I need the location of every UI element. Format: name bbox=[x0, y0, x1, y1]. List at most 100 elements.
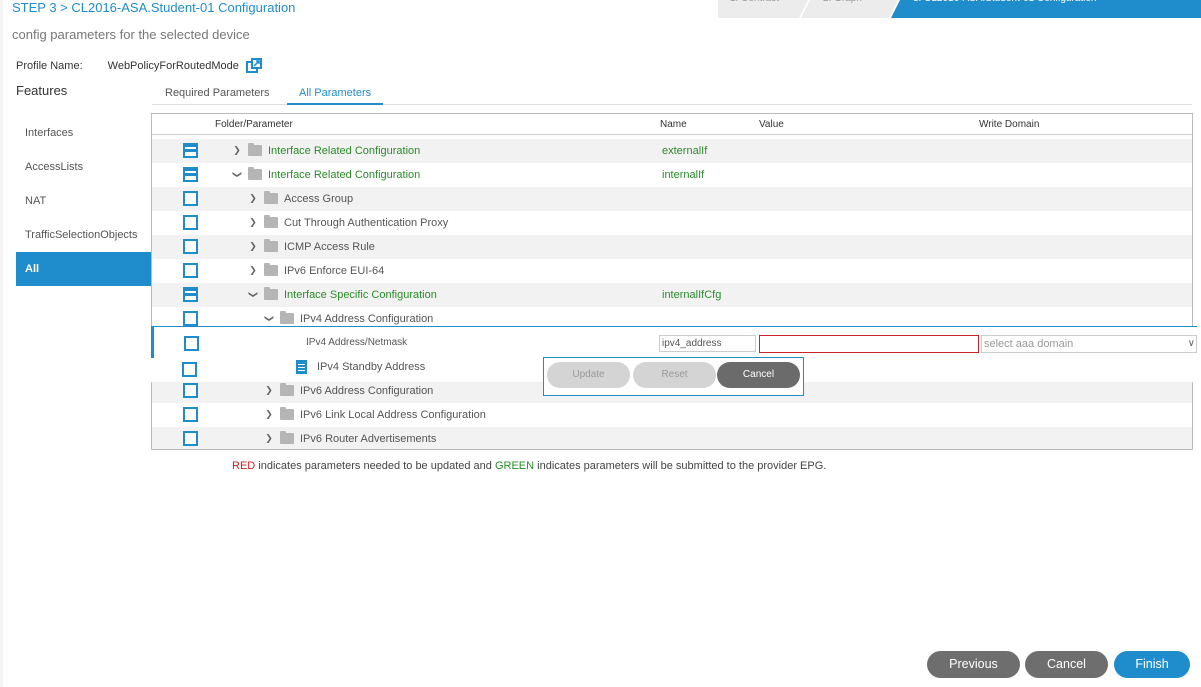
features-title: Features bbox=[16, 83, 68, 98]
table-row[interactable]: ❯ Interface Specific Configuration inter… bbox=[152, 283, 1192, 307]
chevron-right-icon[interactable]: ❯ bbox=[248, 241, 258, 252]
table-row[interactable]: ❯ ICMP Access Rule bbox=[152, 235, 1192, 259]
column-header-folder[interactable]: Folder/Parameter bbox=[215, 119, 293, 130]
table-row[interactable]: ❯ IPv6 Router Advertisements bbox=[152, 427, 1192, 449]
wizard-step-contract[interactable]: 1. Contract bbox=[718, 0, 813, 18]
folder-icon bbox=[280, 383, 294, 396]
legend-red: RED bbox=[232, 460, 256, 472]
sidebar-item-trafficselectionobjects[interactable]: TrafficSelectionObjects bbox=[16, 218, 151, 252]
profile-label: Profile Name: bbox=[16, 60, 83, 72]
update-button[interactable]: Update bbox=[547, 362, 630, 388]
table-row[interactable]: ❯ Access Group bbox=[152, 187, 1192, 211]
row-checkbox[interactable] bbox=[184, 336, 199, 351]
grid-header: Folder/Parameter Name Value Write Domain bbox=[152, 114, 1192, 135]
folder-icon bbox=[264, 239, 278, 252]
row-checkbox[interactable] bbox=[183, 287, 198, 302]
page-title: STEP 3 > CL2016-ASA.Student-01 Configura… bbox=[12, 0, 296, 15]
folder-icon bbox=[280, 431, 294, 444]
folder-icon bbox=[264, 215, 278, 228]
wizard-step-graph[interactable]: 2. Graph bbox=[801, 0, 903, 18]
row-checkbox[interactable] bbox=[183, 167, 198, 182]
wizard-steps: 1. Contract 2. Graph 3. CL2016-ASA.Stude… bbox=[718, 0, 1201, 18]
folder-icon bbox=[248, 167, 262, 180]
wizard-step-configuration[interactable]: 3. CL2016-ASA.Student-01 Configuration bbox=[891, 0, 1201, 18]
selected-parameter-row[interactable]: IPv4 Address/Netmask select aaa domain ∨ bbox=[151, 326, 1197, 358]
sidebar-item-accesslists[interactable]: AccessLists bbox=[16, 150, 151, 184]
row-checkbox[interactable] bbox=[182, 362, 197, 377]
reset-button[interactable]: Reset bbox=[633, 362, 716, 388]
folder-icon bbox=[264, 263, 278, 276]
legend-green: GREEN bbox=[494, 460, 535, 472]
parameter-value-field[interactable] bbox=[759, 335, 979, 353]
folder-icon bbox=[264, 191, 278, 204]
page-subtitle: config parameters for the selected devic… bbox=[12, 27, 250, 42]
chevron-right-icon[interactable]: ❯ bbox=[264, 385, 274, 396]
table-row[interactable]: ❯ IPv6 Link Local Address Configuration bbox=[152, 403, 1192, 427]
sidebar-item-interfaces[interactable]: Interfaces bbox=[16, 116, 151, 150]
row-checkbox[interactable] bbox=[183, 431, 198, 446]
document-icon bbox=[296, 360, 307, 374]
tab-required-parameters[interactable]: Required Parameters bbox=[165, 87, 270, 105]
write-domain-select[interactable]: select aaa domain ∨ bbox=[981, 335, 1197, 353]
previous-button[interactable]: Previous bbox=[927, 651, 1020, 678]
table-row[interactable]: ❯ Interface Related Configuration extern… bbox=[152, 139, 1192, 163]
row-checkbox[interactable] bbox=[183, 215, 198, 230]
sidebar-item-all[interactable]: All bbox=[16, 252, 151, 286]
chevron-down-icon: ∨ bbox=[1187, 338, 1195, 349]
folder-icon bbox=[280, 311, 294, 324]
row-label: IPv6 Enforce EUI-64 bbox=[284, 265, 385, 277]
folder-icon bbox=[248, 143, 262, 156]
row-checkbox[interactable] bbox=[183, 383, 198, 398]
write-domain-placeholder: select aaa domain bbox=[984, 338, 1074, 350]
folder-icon bbox=[264, 287, 278, 300]
table-row[interactable]: ❯ IPv6 Enforce EUI-64 bbox=[152, 259, 1192, 283]
popup-cancel-button[interactable]: Cancel bbox=[717, 362, 800, 388]
parameter-name-field[interactable] bbox=[659, 335, 756, 352]
row-name: internalIfCfg bbox=[662, 289, 722, 301]
edit-popup: Update Reset Cancel bbox=[543, 357, 804, 396]
row-checkbox[interactable] bbox=[183, 263, 198, 278]
chevron-right-icon[interactable]: ❯ bbox=[264, 409, 274, 420]
column-header-name[interactable]: Name bbox=[660, 119, 687, 130]
row-label: IPv4 Standby Address bbox=[317, 361, 426, 373]
table-row[interactable]: ❯ Interface Related Configuration intern… bbox=[152, 163, 1192, 187]
row-checkbox[interactable] bbox=[183, 239, 198, 254]
sidebar-item-nat[interactable]: NAT bbox=[16, 184, 151, 218]
features-sidebar: Interfaces AccessLists NAT TrafficSelect… bbox=[16, 116, 151, 286]
row-label: Interface Specific Configuration bbox=[284, 289, 437, 301]
parameter-tabs: Required Parameters All Parameters bbox=[152, 83, 1192, 105]
cancel-button[interactable]: Cancel bbox=[1025, 651, 1108, 678]
profile-value: WebPolicyForRoutedMode bbox=[107, 60, 239, 72]
profile-row: Profile Name: WebPolicyForRoutedMode bbox=[16, 58, 262, 74]
row-name: externalIf bbox=[662, 145, 708, 157]
chevron-down-icon[interactable]: ❯ bbox=[248, 290, 259, 300]
legend-text-end: indicates parameters will be submitted t… bbox=[534, 460, 827, 472]
row-checkbox[interactable] bbox=[183, 143, 198, 158]
row-label: Interface Related Configuration bbox=[268, 145, 421, 157]
parameters-grid: Folder/Parameter Name Value Write Domain… bbox=[151, 113, 1193, 450]
row-label: IPv6 Link Local Address Configuration bbox=[300, 409, 486, 421]
row-name: internalIf bbox=[662, 169, 705, 181]
row-checkbox[interactable] bbox=[183, 407, 198, 422]
row-label: ICMP Access Rule bbox=[284, 241, 375, 253]
finish-button[interactable]: Finish bbox=[1114, 651, 1190, 678]
parameter-label: IPv4 Address/Netmask bbox=[306, 337, 408, 348]
row-checkbox[interactable] bbox=[183, 311, 198, 326]
chevron-right-icon[interactable]: ❯ bbox=[248, 265, 258, 276]
legend-text-mid: indicates parameters needed to be update… bbox=[255, 460, 495, 472]
chevron-right-icon[interactable]: ❯ bbox=[248, 217, 258, 228]
folder-icon bbox=[280, 407, 294, 420]
chevron-right-icon[interactable]: ❯ bbox=[264, 433, 274, 444]
chevron-right-icon[interactable]: ❯ bbox=[232, 145, 242, 156]
chevron-right-icon[interactable]: ❯ bbox=[248, 193, 258, 204]
column-header-value[interactable]: Value bbox=[759, 119, 784, 130]
chevron-down-icon[interactable]: ❯ bbox=[264, 314, 275, 324]
color-legend: RED indicates parameters needed to be up… bbox=[232, 460, 826, 472]
row-checkbox[interactable] bbox=[183, 191, 198, 206]
tab-all-parameters[interactable]: All Parameters bbox=[287, 87, 384, 105]
chevron-down-icon[interactable]: ❯ bbox=[232, 170, 243, 180]
column-header-write-domain[interactable]: Write Domain bbox=[979, 119, 1039, 130]
external-link-icon[interactable] bbox=[245, 58, 262, 74]
table-row[interactable]: ❯ Cut Through Authentication Proxy bbox=[152, 211, 1192, 235]
row-label: Cut Through Authentication Proxy bbox=[284, 217, 449, 229]
